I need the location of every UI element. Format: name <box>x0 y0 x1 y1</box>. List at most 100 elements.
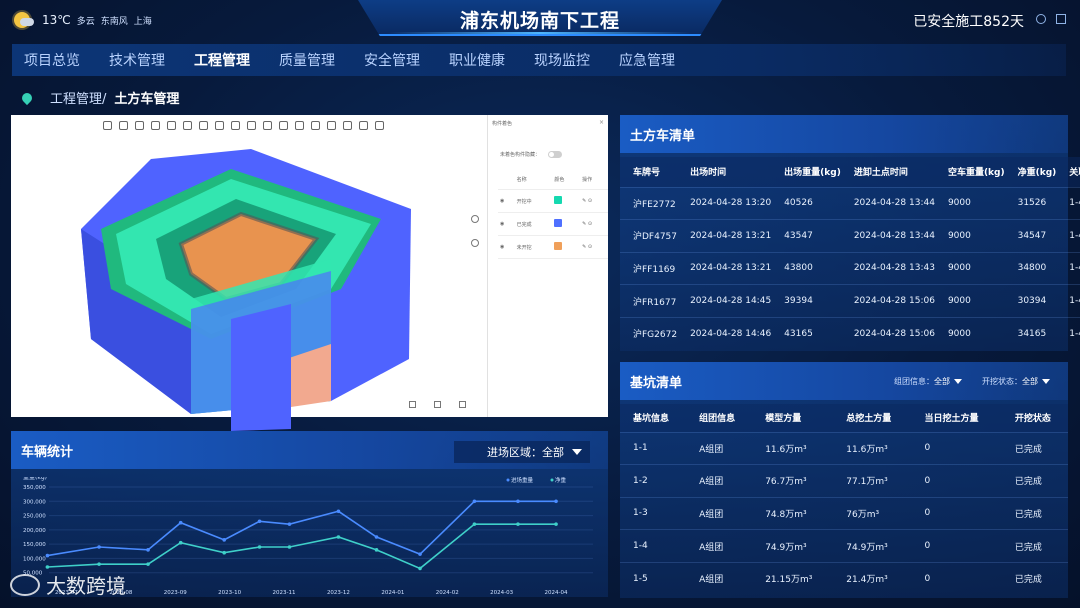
group-filter-value: 全部 <box>934 377 950 386</box>
nav-item-7[interactable]: 应急管理 <box>619 50 675 70</box>
dirt-col-1: 出场时间 <box>677 157 772 187</box>
vehicle-title-bar: 车辆统计 进场区域： 全部 <box>11 431 608 469</box>
color-swatch[interactable] <box>554 242 563 250</box>
dirt-cell: 9000 <box>934 316 1005 350</box>
hide-uncolored-toggle[interactable] <box>548 151 563 158</box>
dirt-cell: 2024-04-28 15:06 <box>840 284 935 318</box>
color-col: 操作 <box>580 170 608 190</box>
table-row[interactable]: 沪FG2672 2024-04-28 14:46 43165 2024-04-28 1… <box>620 316 1080 350</box>
toolbar-search-icon[interactable] <box>263 121 272 130</box>
nav-item-6[interactable]: 现场监控 <box>534 50 590 70</box>
fullscreen-icon[interactable] <box>1056 14 1066 24</box>
edit-action-icon[interactable]: ✎ ⊙ <box>580 235 608 259</box>
data-point <box>97 545 101 549</box>
list-item[interactable]: ◉ 未开挖 ✎ ⊙ <box>498 235 608 259</box>
table-row[interactable]: 1-2 A组团 76.7万m³ 77.1万m³ 0 已完成 <box>620 464 1068 498</box>
pit-col-2: 模型方量 <box>752 404 834 432</box>
visibility-eye-icon[interactable]: ◉ <box>498 235 515 259</box>
group-filter[interactable]: 组团信息：全部 <box>894 376 962 387</box>
toolbar-grid-icon[interactable] <box>375 121 384 130</box>
toolbar-globe-icon[interactable] <box>151 121 160 130</box>
area-filter[interactable]: 进场区域： 全部 <box>454 441 590 463</box>
pit-cell: 已完成 <box>1001 561 1068 595</box>
color-row-swatch[interactable] <box>552 189 581 213</box>
y-tick-label: 250,000 <box>23 514 46 520</box>
toolbar-cube-icon[interactable] <box>343 121 352 130</box>
toolbar-capture-icon[interactable] <box>327 121 336 130</box>
pit-cell: 已完成 <box>1001 431 1068 465</box>
refresh-view-icon[interactable] <box>471 239 479 247</box>
pit-cell: 0 <box>911 431 1002 465</box>
table-row[interactable]: 沪DF4757 2024-04-28 13:21 43547 2024-04-28 1… <box>620 219 1080 253</box>
pit-3d-model[interactable] <box>31 139 471 431</box>
table-row[interactable]: 沪FR1677 2024-04-28 14:45 39394 2024-04-28 1… <box>620 284 1080 318</box>
dirt-cell: 沪FR1677 <box>620 284 678 318</box>
y-tick-label: 200,000 <box>23 528 46 534</box>
watermark-text: 大数跨境 <box>46 574 126 598</box>
data-point <box>257 519 262 524</box>
toolbar-pin-icon[interactable] <box>215 121 224 130</box>
close-icon[interactable]: × <box>599 119 604 126</box>
toolbar-print-icon[interactable] <box>359 121 368 130</box>
nav-item-3[interactable]: 质量管理 <box>279 50 335 70</box>
pit-cell: 1-4 <box>620 529 687 563</box>
legend-dot <box>506 478 510 482</box>
page-title: 浦东机场南下工程 <box>459 10 620 32</box>
visibility-eye-icon[interactable]: ◉ <box>498 189 515 213</box>
nav-item-5[interactable]: 职业健康 <box>449 50 505 70</box>
x-tick-label: 2023-10 <box>218 590 241 596</box>
pit-col-5: 开挖状态 <box>1001 404 1068 432</box>
pit-col-3: 总挖土方量 <box>833 404 912 432</box>
toolbar-tree-icon[interactable] <box>135 121 144 130</box>
dirt-cell: 2024-04-28 13:21 <box>677 251 772 285</box>
pit-cell: 0 <box>911 529 1002 563</box>
toolbar-color-icon[interactable] <box>311 121 320 130</box>
home-view-icon[interactable] <box>471 215 479 223</box>
toolbar-edit-icon[interactable] <box>279 121 288 130</box>
color-row-swatch[interactable] <box>552 212 581 236</box>
data-point <box>516 499 520 504</box>
dirt-cell: 2024-04-28 13:44 <box>840 219 935 253</box>
settings-gear-icon[interactable] <box>1036 14 1046 24</box>
dirt-cell: 43547 <box>771 219 841 253</box>
toolbar-doc-icon[interactable] <box>231 121 240 130</box>
status-filter[interactable]: 开挖状态：全部 <box>982 376 1050 387</box>
model-viewer[interactable]: 构件着色 × 未着色构件隐藏： 名称 颜色 操作 ◉ 开挖中 ✎ ⊙ ◉ 已完成 ✎ ⊙ ◉ 未开挖… <box>11 115 608 431</box>
breadcrumb-parent[interactable]: 工程管理/ <box>50 88 106 107</box>
edit-action-icon[interactable]: ✎ ⊙ <box>580 212 608 236</box>
dirt-header-row: 车牌号出场时间出场重量(kg)进卸土点时间空车重量(kg)净重(kg)关联区域 <box>620 157 1080 187</box>
toolbar-hand-icon[interactable] <box>183 121 192 130</box>
weather-cloudy-sun-icon <box>14 12 34 28</box>
toolbar-box-icon[interactable] <box>199 121 208 130</box>
list-item[interactable]: ◉ 开挖中 ✎ ⊙ <box>498 189 608 213</box>
table-row[interactable]: 沪FF1169 2024-04-28 13:21 43800 2024-04-28 1… <box>620 251 1080 285</box>
nav-item-4[interactable]: 安全管理 <box>364 50 420 70</box>
color-row-name: 已完成 <box>514 212 553 236</box>
open-external-icon[interactable] <box>434 401 441 408</box>
pit-cell: 11.6万m³ <box>833 431 912 465</box>
table-row[interactable]: 1-1 A组团 11.6万m³ 11.6万m³ 0 已完成 <box>620 431 1068 465</box>
table-row[interactable]: 1-3 A组团 74.8万m³ 76万m³ 0 已完成 <box>620 496 1068 530</box>
fullscreen-viewer-icon[interactable] <box>459 401 466 408</box>
dirt-cell: 1-4-1 <box>1056 316 1080 350</box>
nav-item-1[interactable]: 技术管理 <box>109 50 165 70</box>
edit-action-icon[interactable]: ✎ ⊙ <box>580 189 608 213</box>
toolbar-section-icon[interactable] <box>119 121 128 130</box>
dirt-col-5: 净重(kg) <box>1004 157 1057 187</box>
hide-uncolored-label: 未着色构件隐藏： <box>500 152 541 158</box>
table-row[interactable]: 1-4 A组团 74.9万m³ 74.9万m³ 0 已完成 <box>620 529 1068 563</box>
visibility-eye-icon[interactable]: ◉ <box>498 212 515 236</box>
nav-item-2[interactable]: 工程管理 <box>194 50 250 70</box>
nav-item-0[interactable]: 项目总览 <box>24 50 80 70</box>
settings-icon[interactable] <box>409 401 416 408</box>
table-row[interactable]: 1-5 A组团 21.15万m³ 21.4万m³ 0 已完成 <box>620 561 1068 595</box>
toolbar-car-icon[interactable] <box>247 121 256 130</box>
toolbar-measure-icon[interactable] <box>103 121 112 130</box>
list-item[interactable]: ◉ 已完成 ✎ ⊙ <box>498 212 608 236</box>
color-row-swatch[interactable] <box>552 235 581 259</box>
table-row[interactable]: 沪FE2772 2024-04-28 13:20 40526 2024-04-28 1… <box>620 186 1080 220</box>
toolbar-layers-icon[interactable] <box>295 121 304 130</box>
toolbar-crop-icon[interactable] <box>167 121 176 130</box>
color-swatch[interactable] <box>554 219 563 227</box>
color-swatch[interactable] <box>554 196 563 204</box>
